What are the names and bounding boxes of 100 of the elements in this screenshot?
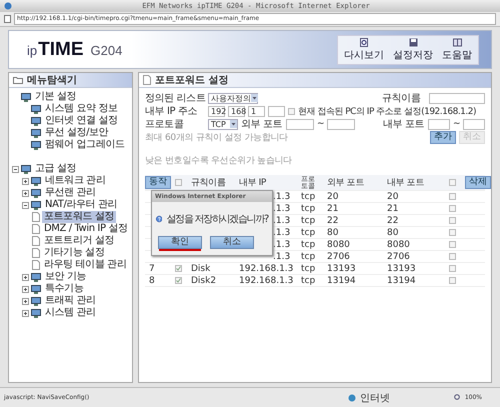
expand-toggle[interactable] [22,286,29,292]
monitor-icon [31,272,41,282]
folder-icon [13,76,23,84]
monitor-icon [31,128,41,138]
tree-item[interactable]: 펌웨어 업그레이드 [43,139,127,151]
checkbox[interactable] [175,277,182,284]
field-label: 규칙이름 [382,92,422,105]
tree-item[interactable]: 기타기능 설정 [42,247,106,259]
table-cell-text: Disk2 [191,276,218,286]
delete-button[interactable]: 삭제 [465,176,491,189]
table-cell-text: .1.3 [272,252,292,262]
table-cell-text: 22 [327,216,340,226]
table-cell-text: .1.3 [272,204,292,214]
field-label: 내부 포트 [382,118,425,131]
checkbox[interactable] [449,217,456,224]
tree-item[interactable]: NAT/라우터 관리 [43,199,120,211]
monitor-icon [31,140,41,150]
ip-field[interactable] [268,106,285,116]
checkbox[interactable] [449,179,456,186]
ip-field[interactable]: 192 [208,106,225,116]
expand-toggle[interactable] [22,310,29,316]
table-cell-text: tcp [301,252,316,262]
tree-item[interactable]: DMZ / Twin IP 설정 [42,223,130,235]
tree-item[interactable]: 인터넷 연결 설정 [43,115,120,127]
table-cell-text: 2706 [327,252,351,262]
table-cell-text: tcp [301,192,316,202]
tree-item[interactable]: 특수기능 [43,283,86,295]
checkbox[interactable] [449,205,456,212]
table-cell-text: Disk [191,264,212,274]
add-button[interactable]: 추가 [430,130,456,144]
table-cell-text: 20 [327,192,340,202]
table-cell-text: 7 [148,264,156,274]
collapse-toggle[interactable] [12,166,19,172]
checkbox[interactable] [449,265,456,272]
monitor-icon [31,308,41,318]
toolbar-button[interactable]: 도움말 [439,38,475,62]
limit-note: 최대 60개의 규칙이 설정 가능합니다 [145,132,288,144]
save-icon [408,38,418,46]
table-cell-text: 21 [387,204,400,214]
expand-toggle[interactable] [22,190,29,196]
port-field[interactable] [327,118,356,130]
checkbox[interactable] [449,193,456,200]
checkbox[interactable] [175,265,182,272]
table-cell-text: .1.3 [272,228,292,238]
check-icon [176,278,181,283]
tree-item[interactable]: 고급 설정 [33,163,78,175]
zone-label: 인터넷 [360,392,390,404]
tree-item[interactable]: 네트워크 관리 [43,175,108,187]
action-button[interactable]: 동작 [145,176,171,189]
tree-item[interactable]: 기본 설정 [33,91,78,103]
tree-item[interactable]: 무선 설정/보안 [43,127,110,139]
checkbox[interactable] [175,179,182,186]
monitor-icon [31,188,41,198]
ip-field[interactable]: 168 [228,106,245,116]
table-cell-text: .1.3 [272,240,292,250]
toolbar-button[interactable]: 설정저장 [390,38,436,62]
table-cell-text: 80 [387,228,400,238]
monitor-icon [31,296,41,306]
port-field[interactable] [286,118,314,130]
tree-item[interactable]: 시스템 요약 정보 [43,103,120,115]
dialog-button[interactable]: 확인 [158,236,202,249]
tree-item[interactable]: 트래픽 관리 [43,295,98,307]
checkbox[interactable] [288,108,295,114]
table-cell-text: 13194 [387,276,417,286]
checkbox[interactable] [449,241,456,248]
checkbox[interactable] [449,253,456,260]
checkbox[interactable] [449,229,456,236]
monitor-icon [31,116,41,126]
monitor-icon [31,104,41,114]
tree-item[interactable]: 포트트리거 설정 [42,235,116,247]
expand-toggle[interactable] [22,298,29,304]
checkbox[interactable] [449,277,456,284]
table-cell-text: 192.168.1.3 [239,264,294,274]
range-separator: ~ [317,119,324,129]
field-label: 프로토콜 [145,118,184,131]
field-label: 내부 IP 주소 [145,105,198,118]
rule-name-field[interactable] [429,92,485,104]
protocol-select[interactable]: TCP [208,118,238,130]
table-cell-text: 8080 [387,240,411,250]
column-header: 내부 포트 [387,177,425,189]
tree-item[interactable]: 무선랜 관리 [43,187,98,199]
table-cell-text: tcp [301,240,316,250]
port-field[interactable] [428,118,450,130]
list-select[interactable]: 사용자정의 [208,92,258,104]
table-cell-text: tcp [301,204,316,214]
tree-item[interactable]: 라우팅 테이블 관리 [42,259,128,271]
expand-toggle[interactable] [22,274,29,280]
tree-item[interactable]: 포트포워드 설정 [42,211,116,223]
monitor-icon [31,176,41,186]
expand-toggle[interactable] [22,178,29,184]
dialog-button[interactable]: 취소 [210,236,254,249]
collapse-toggle[interactable] [22,202,29,208]
table-cell-text: 13194 [327,276,357,286]
toolbar-button[interactable]: 다시보기 [341,38,387,62]
table-cell-text: 8080 [327,240,351,250]
tree-item[interactable]: 시스템 관리 [43,307,98,319]
ip-field[interactable]: 1 [248,106,265,116]
tree-item[interactable]: 보안 기능 [43,271,88,283]
globe-icon [348,394,356,402]
port-field[interactable] [463,118,485,130]
